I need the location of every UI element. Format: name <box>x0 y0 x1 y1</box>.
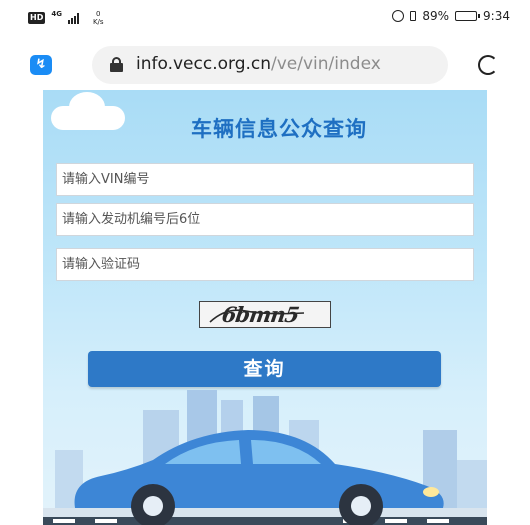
query-page: 车辆信息公众查询 6bmn5 查询 <box>43 90 487 525</box>
status-bar: HD 4G 0 K/s 89% 9:34 <box>0 0 530 34</box>
address-bar[interactable]: info.vecc.org.cn/ve/vin/index <box>92 46 448 84</box>
lightning-icon[interactable]: ↯ <box>30 55 52 75</box>
network-speed: 0 K/s <box>93 10 104 26</box>
car-illustration <box>43 390 487 525</box>
status-left: HD 4G 0 K/s <box>28 10 104 26</box>
captcha-input[interactable] <box>56 248 474 281</box>
page-title: 车辆信息公众查询 <box>191 117 367 141</box>
hd-badge: HD <box>28 12 46 24</box>
url-domain: info.vecc.org.cn <box>136 54 272 74</box>
captcha-image[interactable]: 6bmn5 <box>199 301 331 328</box>
url-path: /ve/vin/index <box>271 54 381 74</box>
captcha-text: 6bmn5 <box>220 302 301 327</box>
alarm-icon <box>392 10 405 22</box>
lock-icon[interactable] <box>110 57 123 72</box>
engine-number-input[interactable] <box>56 203 474 236</box>
status-right: 89% 9:34 <box>392 9 510 23</box>
battery-percent: 89% <box>422 9 450 23</box>
reload-icon[interactable] <box>478 55 498 75</box>
vin-input[interactable] <box>56 163 474 196</box>
vibrate-icon <box>410 11 417 21</box>
browser-toolbar: ↯ info.vecc.org.cn/ve/vin/index <box>0 38 530 90</box>
speed-unit: K/s <box>92 18 104 26</box>
query-button[interactable]: 查询 <box>88 351 441 387</box>
clock: 9:34 <box>483 9 510 23</box>
network-type: 4G <box>51 10 62 18</box>
battery-icon <box>455 11 481 21</box>
speed-value: 0 <box>96 10 101 18</box>
signal-icon <box>67 12 79 24</box>
url-text[interactable]: info.vecc.org.cn/ve/vin/index <box>136 54 381 74</box>
